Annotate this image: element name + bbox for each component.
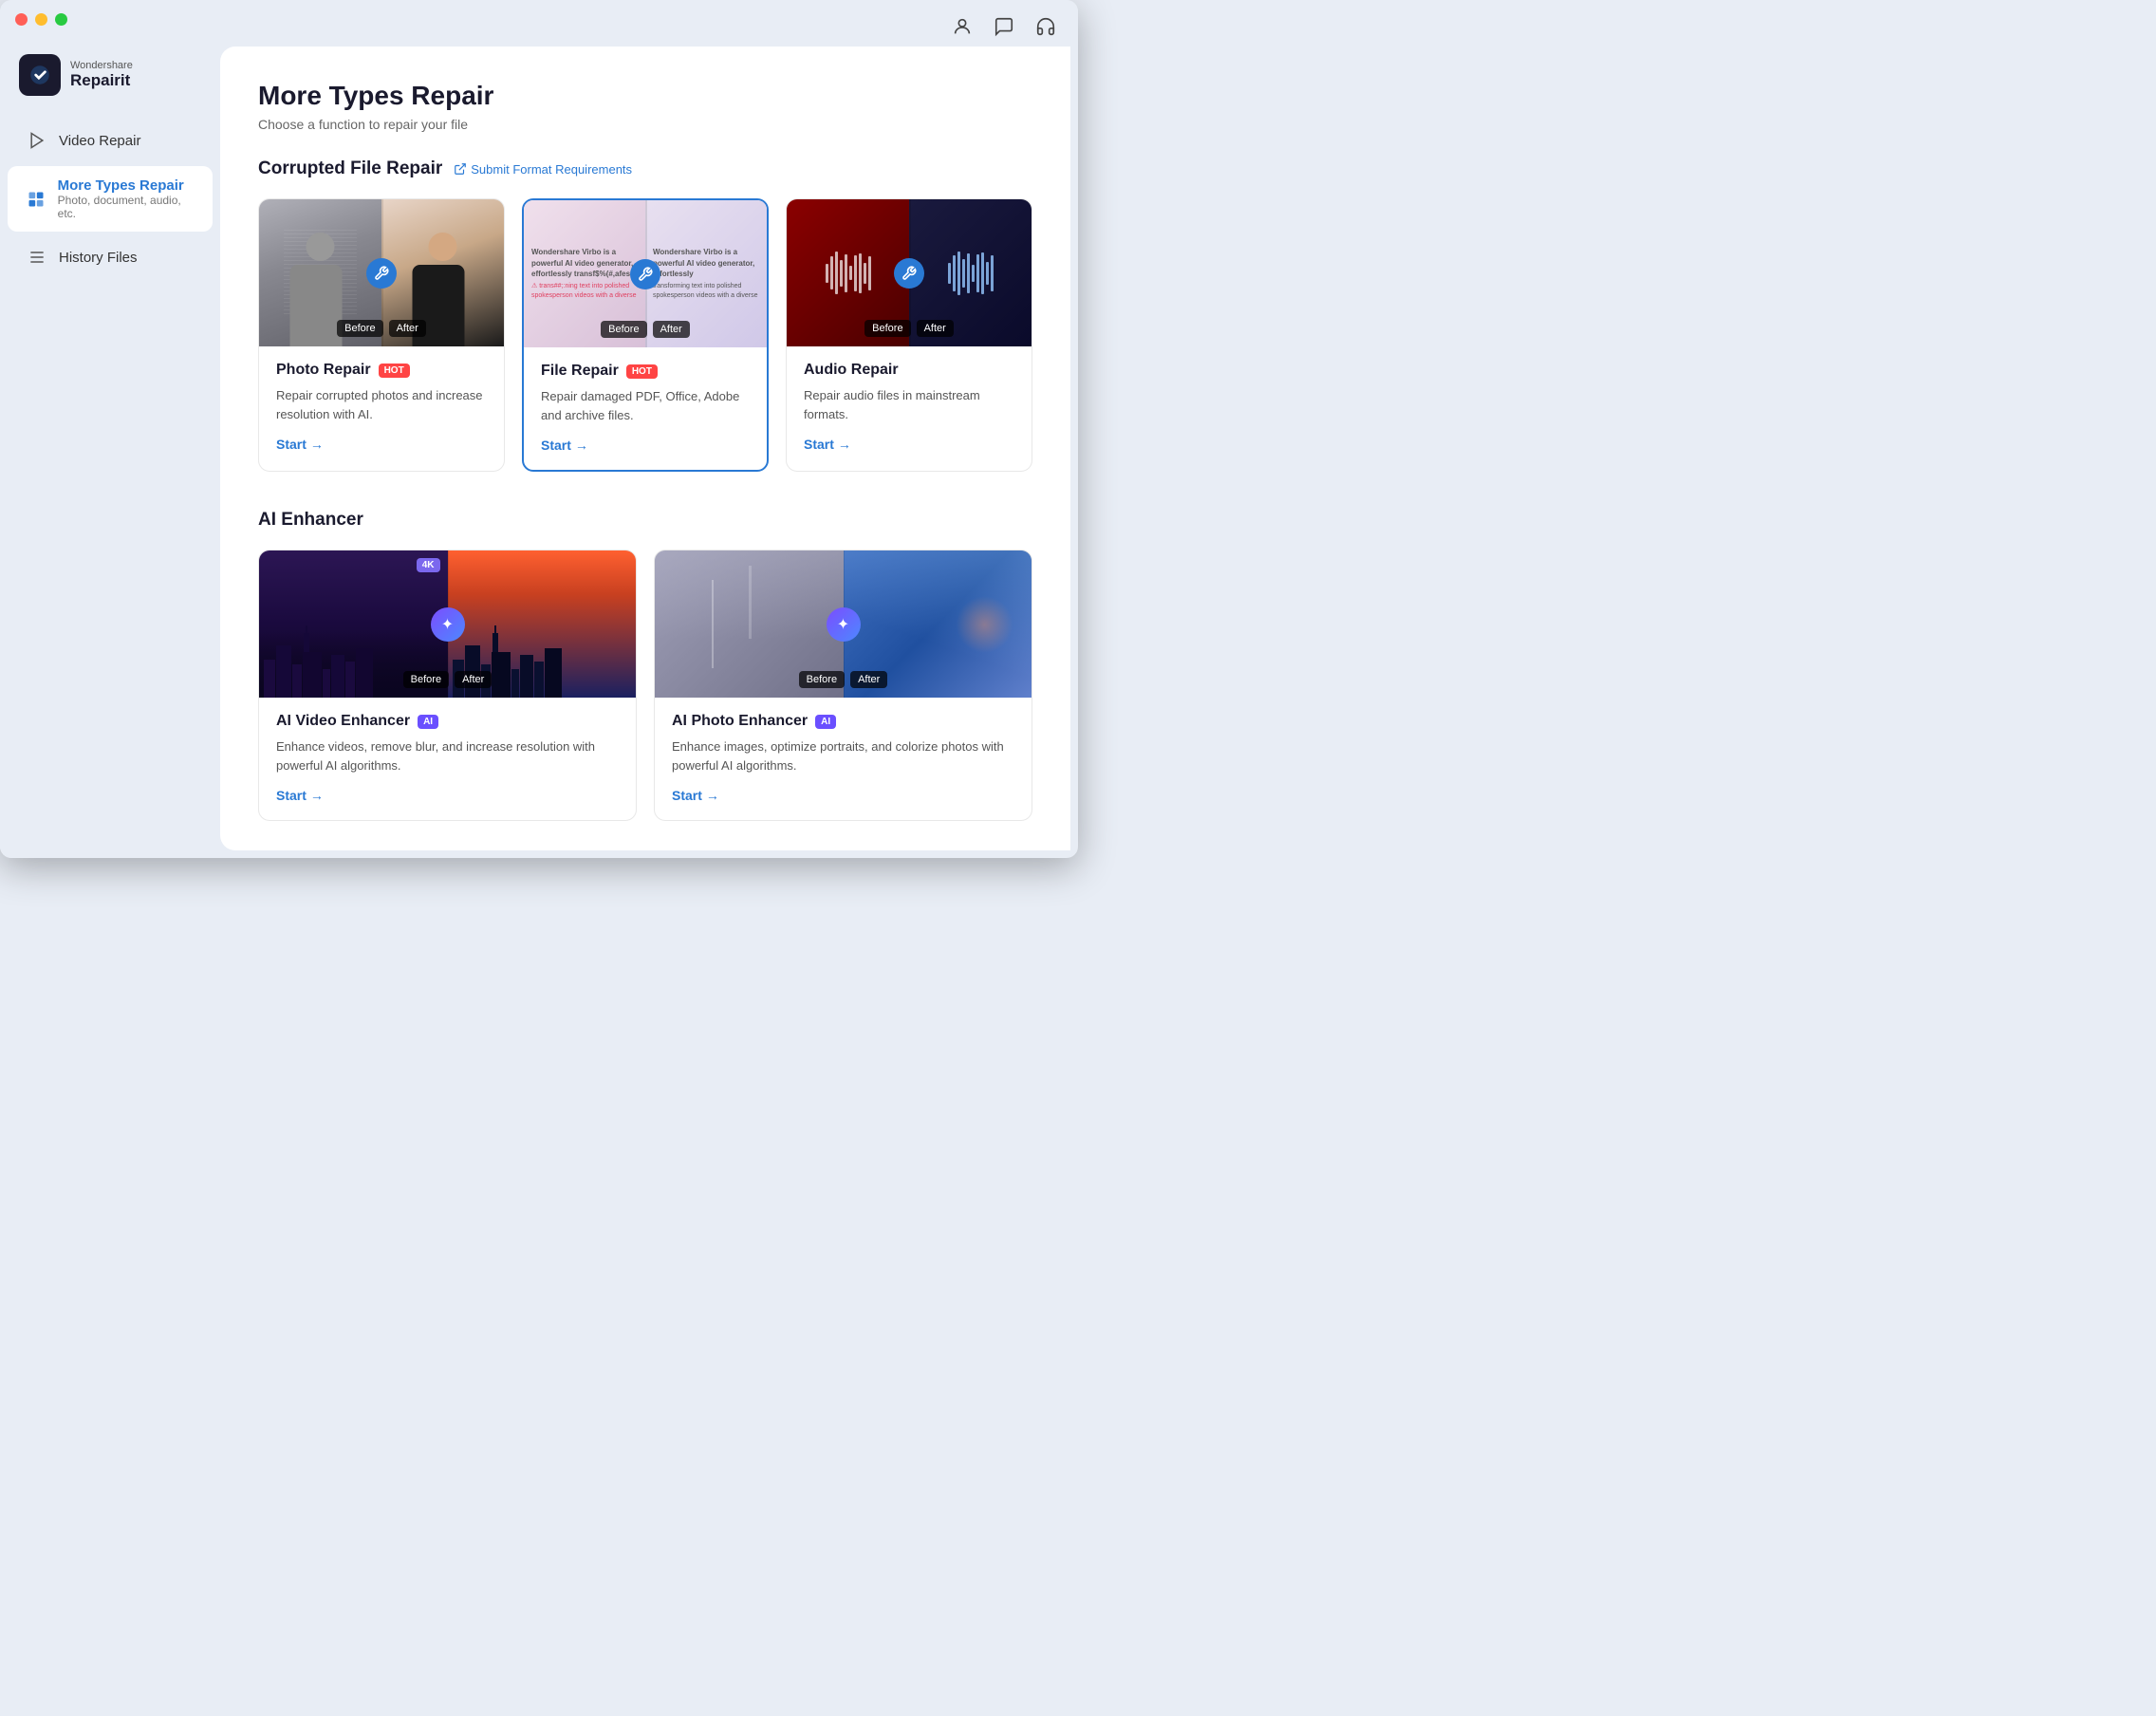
photo-repair-card[interactable]: Before After Photo Repair HOT Repair cor… [258,198,505,472]
photo-repair-image: Before After [259,199,504,346]
corrupted-file-cards: Before After Photo Repair HOT Repair cor… [258,198,1032,472]
app-logo: Wondershare Repairit [0,47,220,115]
ai-photo-enhancer-card[interactable]: ✦ Before After AI Photo Enhancer AI [654,550,1032,821]
audio-repair-body: Audio Repair Repair audio files in mains… [787,346,1032,469]
app-name: Repairit [70,71,133,90]
ai-enhancer-header: AI Enhancer [258,510,1032,531]
photo-repair-desc: Repair corrupted photos and increase res… [276,386,487,423]
ai-photo-enhancer-desc: Enhance images, optimize portraits, and … [672,737,1014,774]
ai-video-enhancer-start[interactable]: Start → [276,788,619,803]
audio-repair-icon-overlay [894,258,924,289]
photo-repair-title: Photo Repair [276,362,371,379]
badge-4k: 4K [417,558,440,572]
sidebar-item-history-files[interactable]: History Files [8,235,213,279]
more-types-label: More Types Repair [58,177,194,194]
app-layout: Wondershare Repairit Video Repair [0,39,1078,858]
hot-badge-photo: HOT [379,364,410,378]
ai-photo-enhancer-start[interactable]: Start → [672,788,1014,803]
external-link-icon [454,162,467,176]
waveform-before [826,250,871,297]
hot-badge-file: HOT [626,364,658,379]
chat-icon[interactable] [991,13,1017,40]
waveform-after [948,250,994,297]
ai-enhancer-cards: 4K [258,550,1032,821]
sidebar: Wondershare Repairit Video Repair [0,39,220,858]
audio-repair-image: Before After [787,199,1032,346]
more-types-icon [27,189,46,210]
logo-text: Wondershare Repairit [70,60,133,90]
audio-repair-start[interactable]: Start → [804,437,1014,452]
app-window: Wondershare Repairit Video Repair [0,0,1078,858]
video-repair-label: Video Repair [59,133,140,149]
more-types-sub: Photo, document, audio, etc. [58,194,194,220]
sidebar-item-more-types-repair[interactable]: More Types Repair Photo, document, audio… [8,166,213,232]
ai-video-enhancer-card[interactable]: 4K [258,550,637,821]
corrupted-file-repair-title: Corrupted File Repair [258,159,442,179]
file-repair-card[interactable]: Wondershare Virbo is a powerful AI video… [522,198,769,472]
audio-repair-desc: Repair audio files in mainstream formats… [804,386,1014,423]
video-repair-icon [27,130,47,151]
file-repair-image: Wondershare Virbo is a powerful AI video… [524,200,767,347]
minimize-button[interactable] [35,13,47,26]
ai-badge-video: AI [418,715,438,729]
ai-video-enhancer-desc: Enhance videos, remove blur, and increas… [276,737,619,774]
ai-photo-enhancer-image: ✦ Before After [655,550,1032,698]
headset-icon[interactable] [1032,13,1059,40]
corrupted-file-repair-header: Corrupted File Repair Submit Format Requ… [258,159,1032,179]
titlebar [0,0,1078,39]
file-repair-icon-overlay [630,259,660,289]
ai-badge-photo: AI [815,715,836,729]
photo-repair-icon-overlay [366,258,397,289]
account-icon[interactable] [949,13,976,40]
page-subtitle: Choose a function to repair your file [258,117,1032,132]
brand-name: Wondershare [70,60,133,71]
header-icons [949,13,1059,40]
history-files-icon [27,247,47,268]
photo-repair-start[interactable]: Start → [276,437,487,452]
file-repair-title: File Repair [541,363,619,380]
audio-repair-title: Audio Repair [804,362,899,379]
photo-repair-body: Photo Repair HOT Repair corrupted photos… [259,346,504,469]
ai-photo-enhancer-title: AI Photo Enhancer [672,713,808,730]
history-files-label: History Files [59,250,138,266]
file-repair-body: File Repair HOT Repair damaged PDF, Offi… [524,347,767,470]
ai-video-enhancer-image: 4K [259,550,636,698]
ai-video-enhancer-body: AI Video Enhancer AI Enhance videos, rem… [259,698,636,820]
submit-format-link[interactable]: Submit Format Requirements [454,162,632,177]
ai-photo-icon-overlay: ✦ [827,607,861,642]
more-types-text: More Types Repair Photo, document, audio… [58,177,194,220]
audio-repair-card[interactable]: Before After Audio Repair Repair audio f… [786,198,1032,472]
ai-video-icon-overlay: ✦ [431,607,465,642]
file-repair-start[interactable]: Start → [541,438,750,453]
sidebar-item-video-repair[interactable]: Video Repair [8,119,213,162]
ai-enhancer-title: AI Enhancer [258,510,363,531]
close-button[interactable] [15,13,28,26]
ai-video-enhancer-title: AI Video Enhancer [276,713,410,730]
logo-icon [19,54,61,96]
page-title: More Types Repair [258,81,1032,111]
file-repair-desc: Repair damaged PDF, Office, Adobe and ar… [541,387,750,424]
ai-photo-enhancer-body: AI Photo Enhancer AI Enhance images, opt… [655,698,1032,820]
main-content: More Types Repair Choose a function to r… [220,47,1070,850]
maximize-button[interactable] [55,13,67,26]
